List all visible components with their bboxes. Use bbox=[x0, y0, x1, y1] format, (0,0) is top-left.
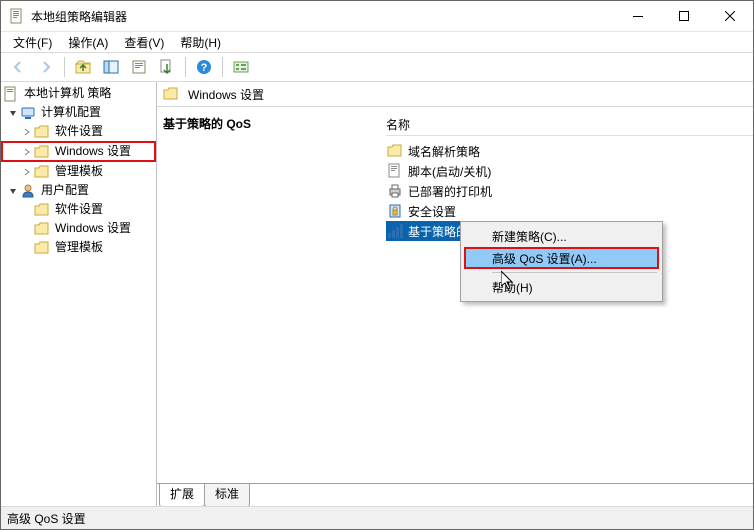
chevron-down-icon[interactable] bbox=[7, 185, 19, 197]
statusbar: 高级 QoS 设置 bbox=[1, 506, 753, 529]
tree-cc-admin[interactable]: 管理模板 bbox=[1, 162, 156, 181]
tab-extended[interactable]: 扩展 bbox=[159, 484, 205, 507]
folder-icon bbox=[34, 144, 50, 160]
tree-spacer bbox=[21, 242, 33, 254]
tree-uc-windows[interactable]: Windows 设置 bbox=[1, 219, 156, 238]
tree-root[interactable]: 本地计算机 策略 bbox=[1, 84, 156, 103]
tree-uc-admin-label: 管理模板 bbox=[53, 238, 105, 257]
tree-computer-config-label: 计算机配置 bbox=[39, 103, 103, 122]
tab-standard[interactable]: 标准 bbox=[204, 484, 250, 507]
qos-icon bbox=[386, 223, 404, 239]
tree-spacer bbox=[21, 223, 33, 235]
chevron-right-icon[interactable] bbox=[21, 166, 33, 178]
tree-uc-software-label: 软件设置 bbox=[53, 200, 105, 219]
list-item-deployed-printers[interactable]: 已部署的打印机 bbox=[386, 181, 753, 201]
statusbar-text: 高级 QoS 设置 bbox=[7, 510, 86, 527]
svg-text:?: ? bbox=[201, 62, 208, 74]
folder-icon bbox=[34, 124, 50, 140]
content-header: Windows 设置 bbox=[157, 82, 753, 107]
close-button[interactable] bbox=[707, 1, 753, 31]
tree-user-config-label: 用户配置 bbox=[39, 181, 91, 200]
list-item-label: 基于策略的 bbox=[408, 223, 468, 240]
export-list-button[interactable] bbox=[154, 55, 180, 79]
tree-cc-windows-label: Windows 设置 bbox=[53, 142, 133, 161]
menubar: 文件(F) 操作(A) 查看(V) 帮助(H) bbox=[1, 32, 753, 53]
context-menu-label: 高级 QoS 设置(A)... bbox=[492, 250, 597, 267]
filter-button[interactable] bbox=[228, 55, 254, 79]
tree-spacer bbox=[21, 204, 33, 216]
tree-root-label: 本地计算机 策略 bbox=[22, 84, 113, 103]
list-item-security[interactable]: 安全设置 bbox=[386, 201, 753, 221]
chevron-right-icon[interactable] bbox=[21, 126, 33, 138]
list-item-dns-policy[interactable]: 域名解析策略 bbox=[386, 141, 753, 161]
right-pane: Windows 设置 基于策略的 QoS 名称 域名解析策略 bbox=[157, 82, 753, 506]
list-item-label: 安全设置 bbox=[408, 203, 456, 220]
tree: 本地计算机 策略 计算机配置 软件设置 bbox=[1, 84, 156, 257]
menu-view[interactable]: 查看(V) bbox=[118, 33, 170, 52]
menu-file[interactable]: 文件(F) bbox=[7, 33, 58, 52]
toolbar-separator bbox=[64, 57, 65, 77]
context-menu-label: 新建策略(C)... bbox=[492, 228, 567, 245]
titlebar: 本地组策略编辑器 bbox=[1, 1, 753, 32]
content-body: 基于策略的 QoS 名称 域名解析策略 脚本(启动/关机) bbox=[157, 107, 753, 483]
window-title: 本地组策略编辑器 bbox=[31, 8, 127, 25]
list-item-label: 脚本(启动/关机) bbox=[408, 163, 491, 180]
details-column: 基于策略的 QoS bbox=[157, 107, 386, 483]
section-title: 基于策略的 QoS bbox=[163, 115, 378, 132]
up-button[interactable] bbox=[70, 55, 96, 79]
context-menu-help[interactable]: 帮助(H) bbox=[464, 276, 659, 298]
folder-icon bbox=[34, 240, 50, 256]
script-icon bbox=[386, 163, 404, 179]
folder-icon bbox=[386, 143, 404, 159]
chevron-right-icon[interactable] bbox=[21, 146, 33, 158]
app-icon bbox=[9, 8, 25, 24]
toolbar-separator-2 bbox=[185, 57, 186, 77]
toolbar: ? bbox=[1, 53, 753, 82]
policy-icon bbox=[3, 86, 19, 102]
tree-uc-windows-label: Windows 设置 bbox=[53, 219, 133, 238]
computer-icon bbox=[20, 105, 36, 121]
cursor-icon bbox=[501, 271, 517, 294]
context-menu-new-policy[interactable]: 新建策略(C)... bbox=[464, 225, 659, 247]
column-header-name[interactable]: 名称 bbox=[386, 110, 753, 135]
lock-icon bbox=[386, 203, 404, 219]
folder-icon bbox=[34, 202, 50, 218]
window-frame: 本地组策略编辑器 文件(F) 操作(A) 查看(V) 帮助(H) bbox=[0, 0, 754, 530]
list-item-scripts[interactable]: 脚本(启动/关机) bbox=[386, 161, 753, 181]
properties-button[interactable] bbox=[126, 55, 152, 79]
folder-icon bbox=[34, 221, 50, 237]
tree-computer-config[interactable]: 计算机配置 bbox=[1, 103, 156, 122]
menu-action[interactable]: 操作(A) bbox=[62, 33, 114, 52]
folder-icon bbox=[163, 86, 179, 102]
maximize-button[interactable] bbox=[661, 1, 707, 31]
user-icon bbox=[20, 183, 36, 199]
tree-cc-software-label: 软件设置 bbox=[53, 122, 105, 141]
tree-pane: 本地计算机 策略 计算机配置 软件设置 bbox=[1, 82, 157, 506]
tabstrip: 扩展 标准 bbox=[157, 483, 753, 506]
tree-uc-software[interactable]: 软件设置 bbox=[1, 200, 156, 219]
tree-uc-admin[interactable]: 管理模板 bbox=[1, 238, 156, 257]
menu-help[interactable]: 帮助(H) bbox=[174, 33, 227, 52]
context-menu-advanced-qos[interactable]: 高级 QoS 设置(A)... bbox=[464, 247, 659, 269]
context-menu: 新建策略(C)... 高级 QoS 设置(A)... 帮助(H) bbox=[460, 221, 663, 302]
folder-icon bbox=[34, 164, 50, 180]
tree-cc-admin-label: 管理模板 bbox=[53, 162, 105, 181]
toolbar-separator-3 bbox=[222, 57, 223, 77]
help-button[interactable]: ? bbox=[191, 55, 217, 79]
chevron-down-icon[interactable] bbox=[7, 107, 19, 119]
back-button[interactable] bbox=[5, 55, 31, 79]
tree-user-config[interactable]: 用户配置 bbox=[1, 181, 156, 200]
minimize-button[interactable] bbox=[615, 1, 661, 31]
list-item-label: 已部署的打印机 bbox=[408, 183, 492, 200]
printer-icon bbox=[386, 183, 404, 199]
content-header-title: Windows 设置 bbox=[188, 86, 264, 103]
tree-cc-windows[interactable]: Windows 设置 bbox=[1, 141, 156, 162]
tree-cc-software[interactable]: 软件设置 bbox=[1, 122, 156, 141]
list-item-label: 域名解析策略 bbox=[408, 143, 480, 160]
forward-button[interactable] bbox=[33, 55, 59, 79]
show-hide-tree-button[interactable] bbox=[98, 55, 124, 79]
